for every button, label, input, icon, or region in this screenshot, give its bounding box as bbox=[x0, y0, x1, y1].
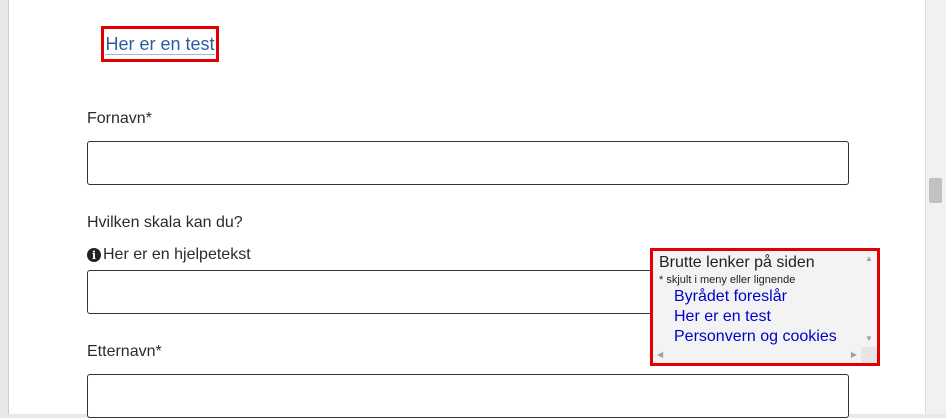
test-link[interactable]: Her er en test bbox=[105, 34, 215, 55]
broken-link-item[interactable]: Byrådet foreslår bbox=[674, 287, 859, 307]
help-text-row: i Her er en hjelpetekst bbox=[87, 246, 251, 264]
scroll-left-icon[interactable]: ◀ bbox=[657, 351, 663, 359]
scale-label: Hvilken skala kan du? bbox=[87, 214, 243, 231]
panel-horizontal-scrollbar[interactable]: ◀ ▶ bbox=[653, 347, 861, 363]
last-name-field[interactable] bbox=[87, 374, 849, 418]
panel-subtitle: * skjult i meny eller lignende bbox=[659, 274, 796, 286]
scroll-right-icon[interactable]: ▶ bbox=[851, 351, 857, 359]
help-text: Her er en hjelpetekst bbox=[103, 246, 251, 263]
broken-links-panel: Brutte lenker på siden * skjult i meny e… bbox=[650, 248, 880, 366]
last-name-label: Etternavn* bbox=[87, 343, 162, 360]
highlighted-link-box: Her er en test bbox=[101, 26, 219, 62]
scrollbar-corner bbox=[861, 347, 877, 363]
scroll-down-icon[interactable]: ▼ bbox=[865, 335, 873, 343]
first-name-label: Fornavn* bbox=[87, 110, 152, 127]
first-name-field[interactable] bbox=[87, 141, 849, 185]
panel-vertical-scrollbar[interactable]: ▲ ▼ bbox=[861, 251, 877, 347]
broken-link-item[interactable]: Her er en test bbox=[674, 307, 859, 327]
panel-title: Brutte lenker på siden bbox=[659, 254, 815, 271]
scroll-up-icon[interactable]: ▲ bbox=[865, 255, 873, 263]
broken-link-item[interactable]: Personvern og cookies bbox=[674, 327, 859, 347]
info-icon: i bbox=[87, 248, 101, 262]
broken-links-list: Brutte lenker på siden * skjult i meny e… bbox=[659, 253, 859, 347]
scrollbar-thumb[interactable] bbox=[929, 178, 942, 203]
page-scrollbar[interactable] bbox=[925, 0, 946, 414]
